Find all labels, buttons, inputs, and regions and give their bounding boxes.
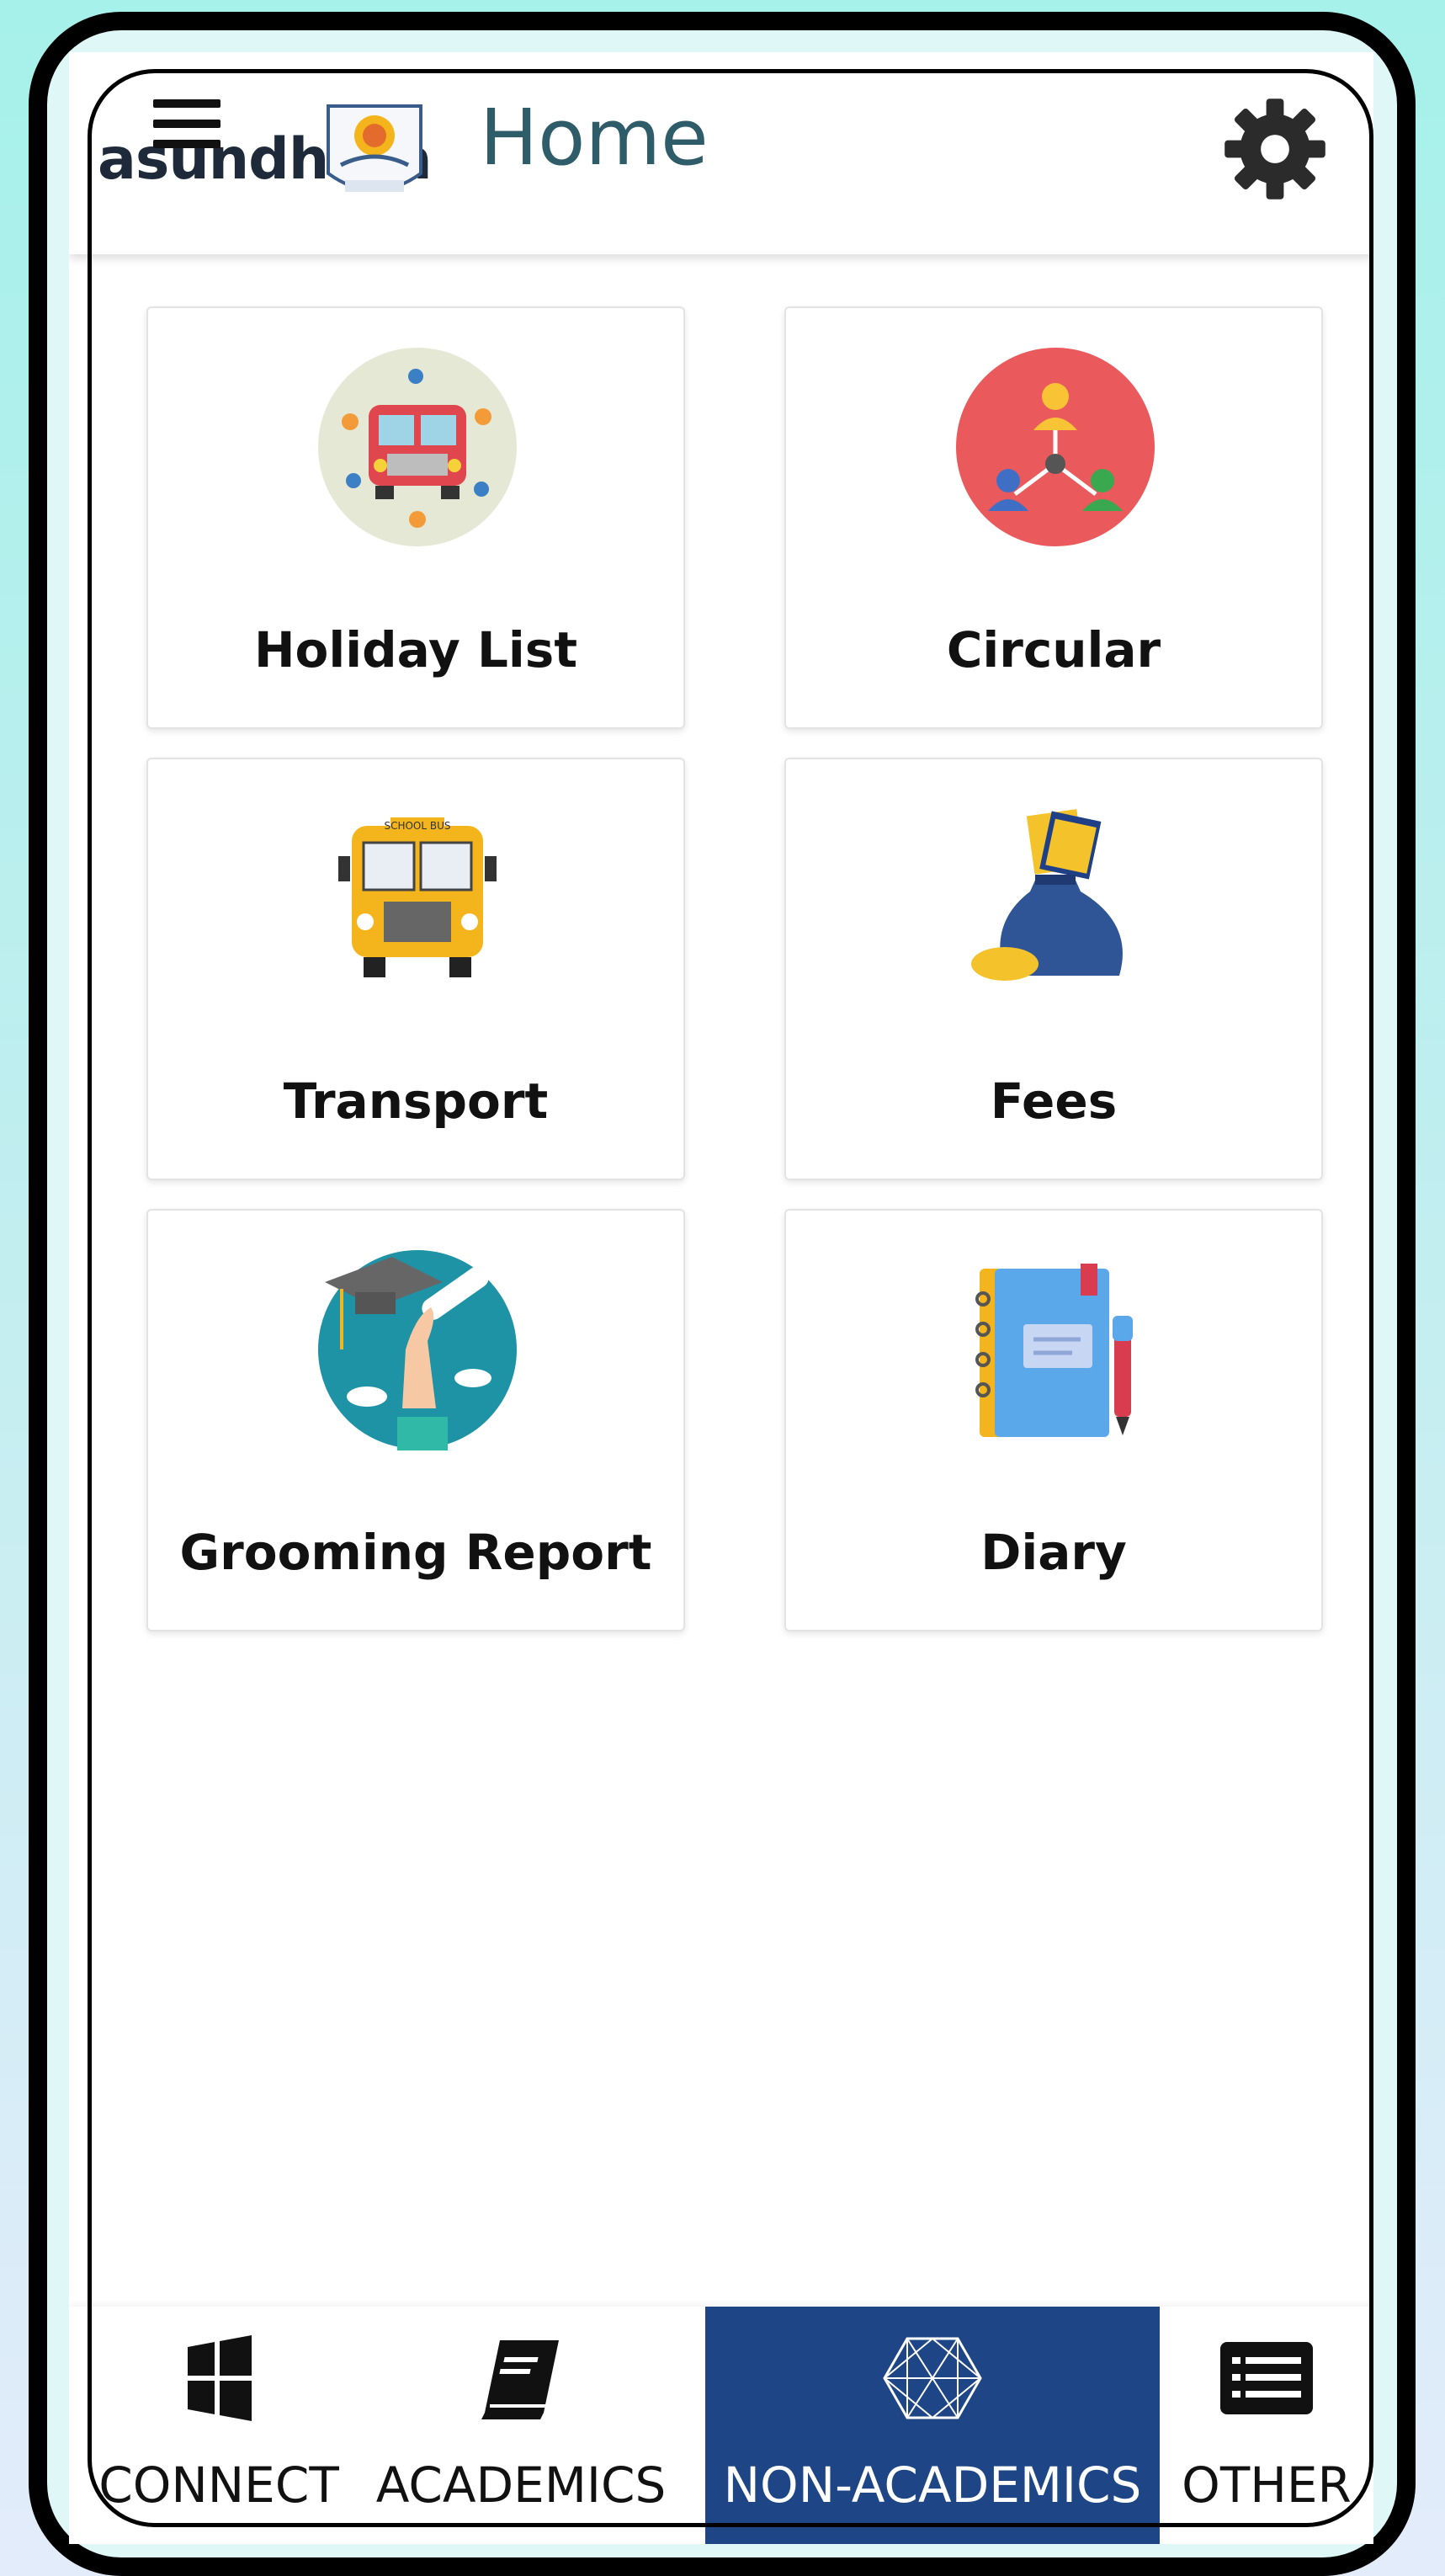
tile-holiday-list[interactable]: Holiday List xyxy=(146,306,685,729)
book-icon xyxy=(481,2340,559,2419)
money-bag-icon xyxy=(971,809,1123,981)
tile-fees[interactable]: Fees xyxy=(784,758,1323,1180)
nav-tab-non-academics[interactable]: NON-ACADEMICS xyxy=(705,2307,1160,2544)
nav-tab-other[interactable]: OTHER xyxy=(1160,2307,1373,2544)
tile-label: Holiday List xyxy=(253,621,578,679)
app-header: asundhara Home xyxy=(69,52,1373,254)
tile-grooming-report[interactable]: Grooming Report xyxy=(146,1209,685,1631)
school-bus-icon: SCHOOL BUS xyxy=(338,817,497,977)
notebook-pen-icon xyxy=(975,1264,1133,1442)
tile-label: Grooming Report xyxy=(179,1524,652,1581)
graduation-cap-icon xyxy=(318,1250,517,1450)
nav-label: ACADEMICS xyxy=(375,2456,667,2514)
tile-label: Circular xyxy=(946,621,1161,679)
page-title: Home xyxy=(480,93,709,183)
list-icon xyxy=(1220,2342,1313,2414)
tile-transport[interactable]: SCHOOL BUS Transport xyxy=(146,758,685,1180)
bottom-nav: CONNECT ACADEMICS NON-ACADEMICS OTHER xyxy=(69,2307,1373,2544)
tile-label: Transport xyxy=(283,1072,549,1130)
hamburger-menu-icon[interactable] xyxy=(153,99,220,153)
tile-diary[interactable]: Diary xyxy=(784,1209,1323,1631)
nav-label: CONNECT xyxy=(98,2456,339,2514)
network-icon xyxy=(883,2337,982,2419)
gear-icon[interactable] xyxy=(1220,94,1330,204)
holiday-bus-icon xyxy=(318,348,517,546)
nav-label: NON-ACADEMICS xyxy=(723,2456,1142,2514)
nav-tab-academics[interactable]: ACADEMICS xyxy=(369,2307,673,2544)
tile-circular[interactable]: Circular xyxy=(784,306,1323,729)
nav-tab-connect[interactable]: CONNECT xyxy=(69,2307,369,2544)
windows-icon xyxy=(188,2335,252,2421)
tile-label: Fees xyxy=(990,1072,1118,1130)
school-crest-logo xyxy=(327,104,422,192)
tile-grid: Holiday List Circular SCHOOL BUS Transpo… xyxy=(69,52,1373,2544)
tile-label: Diary xyxy=(980,1524,1127,1581)
app-screen: Holiday List Circular SCHOOL BUS Transpo… xyxy=(69,52,1373,2544)
svg-text:SCHOOL BUS: SCHOOL BUS xyxy=(384,820,450,832)
circular-network-icon xyxy=(956,348,1155,546)
nav-label: OTHER xyxy=(1182,2456,1352,2514)
